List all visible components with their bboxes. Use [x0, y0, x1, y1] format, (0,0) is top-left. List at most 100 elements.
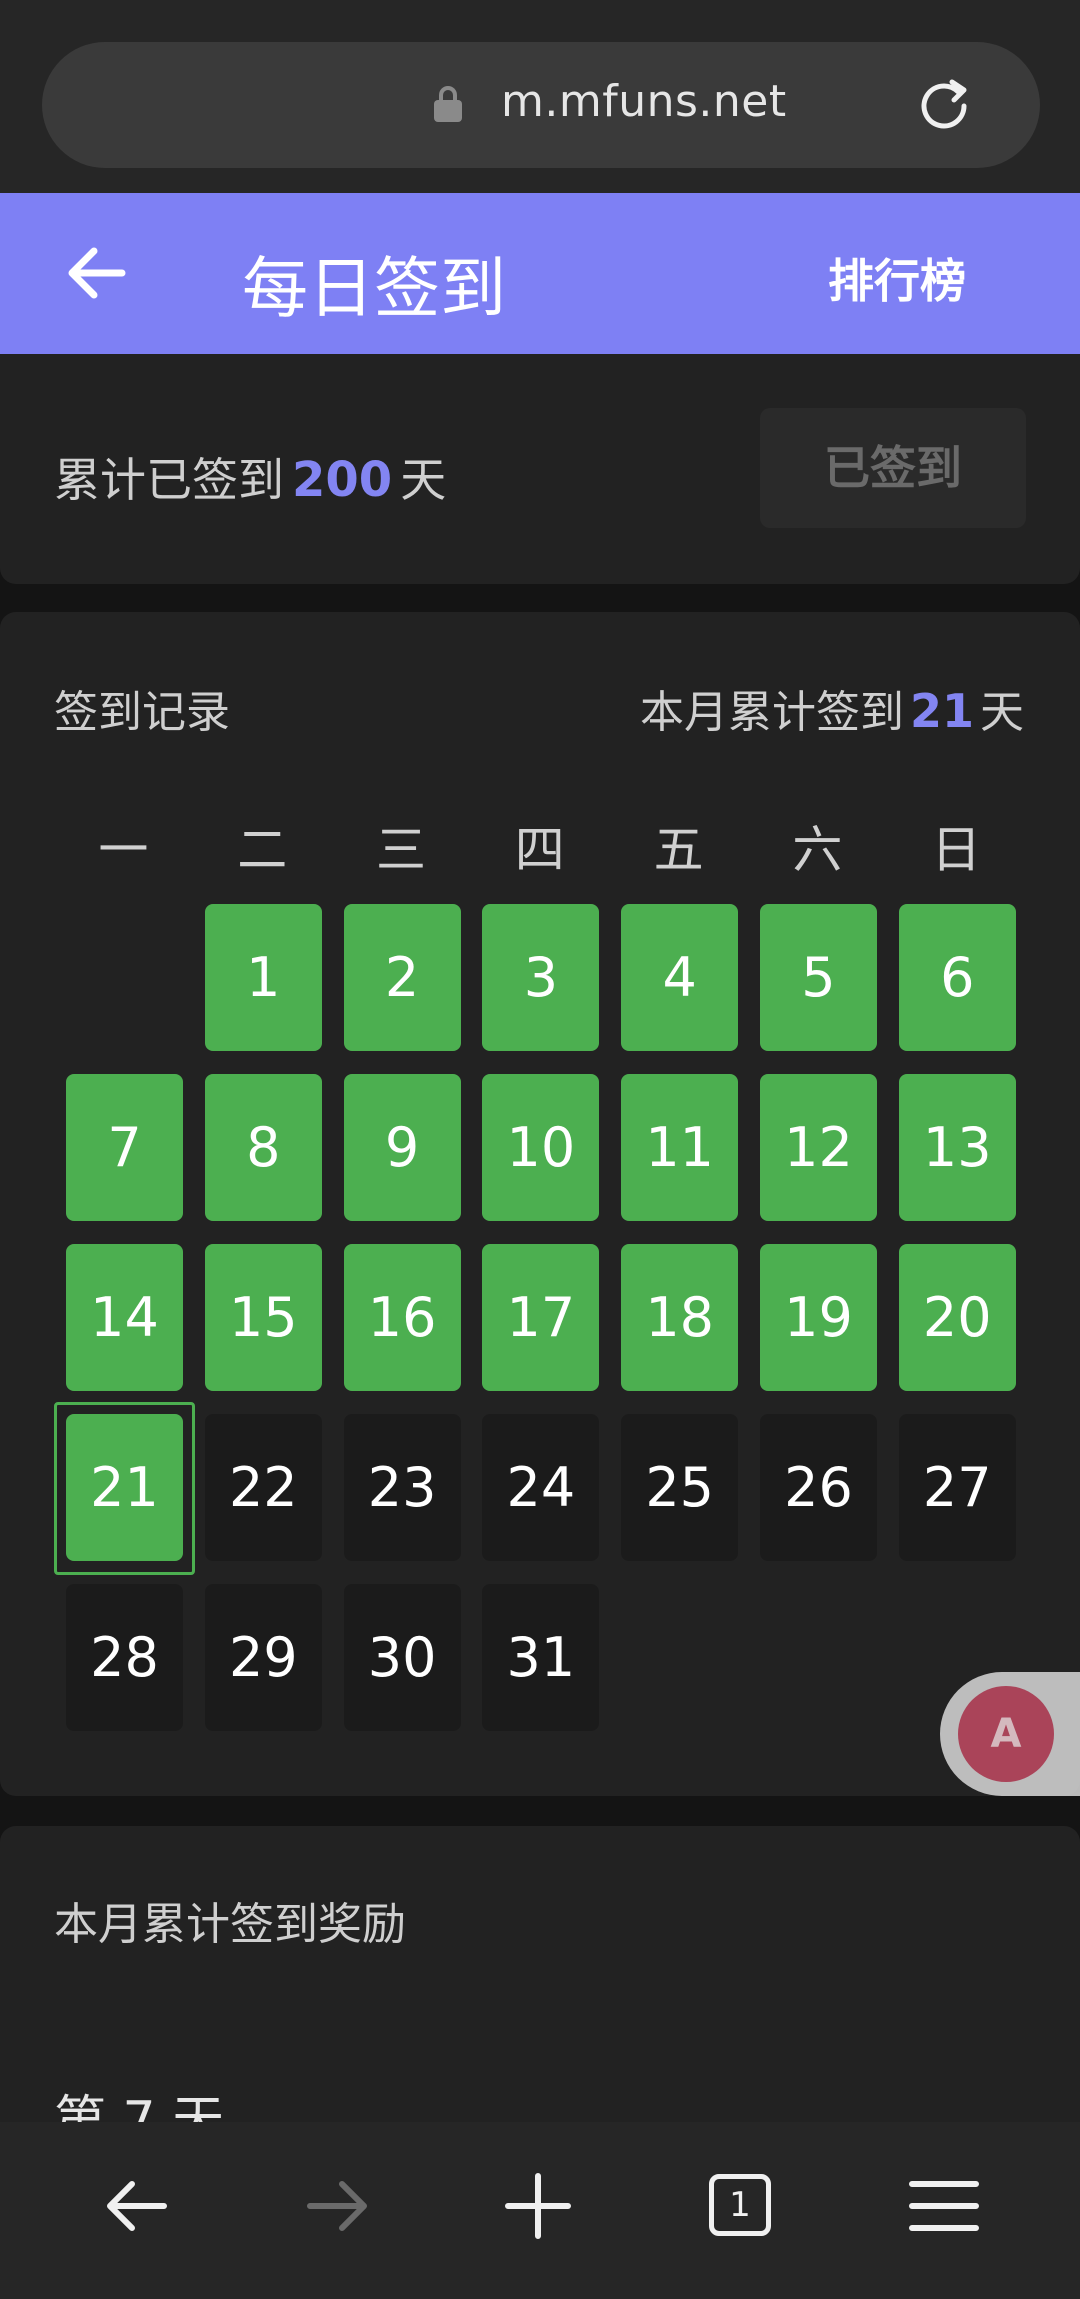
month-prefix: 本月累计签到	[639, 687, 904, 738]
calendar-cell: 14	[54, 1244, 193, 1414]
total-suffix: 天	[400, 453, 447, 507]
nav-forward-icon[interactable]	[298, 2166, 378, 2246]
calendar-day-signed[interactable]: 17	[482, 1244, 600, 1391]
translate-button[interactable]: A	[940, 1672, 1080, 1796]
weekday-label: 一	[98, 821, 149, 879]
signin-calendar-card: 签到记录 本月累计签到 21 天 一二三四五六日 1 2 3 4 5 6 7 8 9 10 11 12 13…	[0, 612, 1080, 1796]
calendar-cell: 15	[193, 1244, 332, 1414]
calendar-cell: 9	[332, 1074, 471, 1244]
calendar-cell: 27	[887, 1414, 1026, 1584]
weekday-label: 五	[653, 821, 704, 879]
nav-back-icon[interactable]	[96, 2166, 176, 2246]
calendar-day-signed[interactable]: 13	[898, 1074, 1016, 1221]
lock-icon	[434, 86, 462, 122]
calendar-day-signed[interactable]: 3	[482, 904, 600, 1051]
calendar-cell: 1	[193, 904, 332, 1074]
url-text[interactable]: m.mfuns.net	[501, 76, 787, 127]
calendar-cell: 21	[54, 1402, 195, 1584]
calendar-day-signed[interactable]: 2	[343, 904, 461, 1051]
calendar-cell: 20	[887, 1244, 1026, 1414]
tabs-count-icon: 1	[709, 2174, 771, 2236]
calendar-day-signed[interactable]: 14	[66, 1244, 183, 1391]
calendar-cell: 31	[470, 1584, 609, 1754]
calendar-cell: 24	[470, 1414, 609, 1584]
calendar-day-signed[interactable]: 1	[204, 904, 322, 1051]
calendar-day[interactable]: 28	[66, 1584, 183, 1731]
calendar-day-signed[interactable]: 20	[898, 1244, 1016, 1391]
calendar-day-signed[interactable]: 5	[759, 904, 877, 1051]
calendar-day[interactable]: 29	[204, 1584, 322, 1731]
calendar-day[interactable]: 31	[482, 1584, 600, 1731]
leaderboard-link[interactable]: 排行榜	[828, 245, 966, 311]
calendar-cell: 11	[609, 1074, 748, 1244]
total-signin-text: 累计已签到 200 天	[54, 444, 446, 510]
calendar-title: 签到记录	[54, 687, 230, 738]
url-bar[interactable]: m.mfuns.net	[42, 42, 1040, 168]
calendar-day-signed[interactable]: 8	[204, 1074, 322, 1221]
calendar-cell: 8	[193, 1074, 332, 1244]
calendar-cell: 7	[54, 1074, 193, 1244]
app-header: 每日签到 排行榜	[0, 193, 1080, 354]
weekday-header: 一二三四五六日	[54, 810, 1026, 882]
calendar-day-signed[interactable]: 18	[621, 1244, 739, 1391]
calendar-cell: 30	[332, 1584, 471, 1754]
calendar-day-signed[interactable]: 9	[343, 1074, 461, 1221]
weekday-label: 四	[514, 821, 565, 879]
month-signin-summary: 本月累计签到 21 天	[640, 676, 1024, 740]
calendar-cell: 3	[470, 904, 609, 1074]
calendar-day-signed[interactable]: 19	[759, 1244, 877, 1391]
calendar-cell: 18	[609, 1244, 748, 1414]
calendar-day-signed[interactable]: 12	[759, 1074, 877, 1221]
browser-bottom-bar: 1	[0, 2122, 1080, 2299]
weekday-label: 三	[375, 821, 426, 879]
calendar-day-signed[interactable]: 7	[66, 1074, 183, 1221]
calendar-cell: 13	[887, 1074, 1026, 1244]
calendar-day[interactable]: 25	[621, 1414, 739, 1561]
calendar-day[interactable]: 27	[898, 1414, 1016, 1561]
calendar-day-signed[interactable]: 6	[898, 904, 1016, 1051]
calendar-cell: 29	[193, 1584, 332, 1754]
calendar-day-signed[interactable]: 11	[621, 1074, 739, 1221]
calendar-day-signed[interactable]: 15	[204, 1244, 322, 1391]
calendar-cell: 23	[332, 1414, 471, 1584]
calendar-day-signed[interactable]: 21	[66, 1414, 183, 1561]
calendar-day[interactable]: 26	[759, 1414, 877, 1561]
browser-toolbar: m.mfuns.net	[0, 0, 1080, 193]
calendar-day-signed[interactable]: 16	[343, 1244, 461, 1391]
calendar-cell: 22	[193, 1414, 332, 1584]
calendar-day[interactable]: 30	[343, 1584, 461, 1731]
back-arrow-icon[interactable]	[64, 241, 128, 305]
calendar-cell: 16	[332, 1244, 471, 1414]
calendar-day-signed[interactable]: 4	[621, 904, 739, 1051]
reward-title: 本月累计签到奖励	[54, 1899, 406, 1950]
calendar-day[interactable]: 23	[343, 1414, 461, 1561]
calendar-cell: 12	[748, 1074, 887, 1244]
reload-icon[interactable]	[912, 74, 976, 138]
calendar-cell: 25	[609, 1414, 748, 1584]
calendar-day[interactable]: 24	[482, 1414, 600, 1561]
month-days-count: 21	[909, 684, 974, 738]
calendar-cell: 5	[748, 904, 887, 1074]
signed-in-button[interactable]: 已签到	[760, 408, 1026, 528]
calendar-cell: 10	[470, 1074, 609, 1244]
calendar-day[interactable]: 22	[204, 1414, 322, 1561]
calendar-cell: 28	[54, 1584, 193, 1754]
calendar-day-signed[interactable]: 10	[482, 1074, 600, 1221]
weekday-label: 六	[792, 821, 843, 879]
menu-icon[interactable]	[904, 2166, 984, 2246]
calendar-grid: 1 2 3 4 5 6 7 8 9 10 11 12 13 14 15 16 17 18 19 20 21 22 23 24 2…	[54, 904, 1026, 1754]
monthly-reward-card: 本月累计签到奖励 第 7 天	[0, 1826, 1080, 2151]
calendar-blank	[54, 904, 193, 1074]
tabs-button[interactable]: 1	[709, 2174, 789, 2254]
total-days-count: 200	[292, 452, 393, 508]
weekday-label: 日	[931, 821, 982, 879]
month-suffix: 天	[980, 687, 1024, 738]
calendar-cell: 6	[887, 904, 1026, 1074]
calendar-cell: 19	[748, 1244, 887, 1414]
page-title: 每日签到	[242, 250, 506, 327]
total-signin-card: 累计已签到 200 天 已签到	[0, 354, 1080, 584]
new-tab-plus-icon[interactable]	[498, 2166, 578, 2246]
calendar-cell: 17	[470, 1244, 609, 1414]
calendar-cell: 2	[332, 904, 471, 1074]
calendar-cell: 26	[748, 1414, 887, 1584]
